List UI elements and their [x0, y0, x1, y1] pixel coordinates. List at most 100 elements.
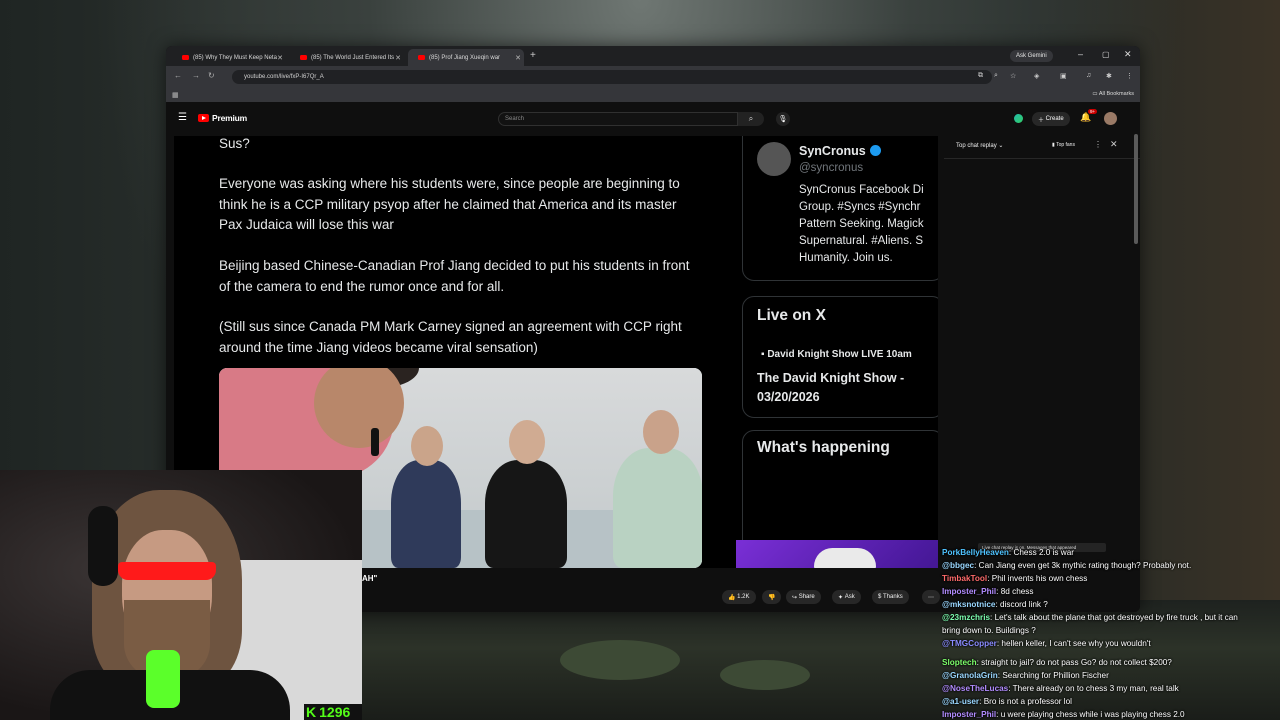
share-button[interactable]: ↪ Share	[786, 590, 821, 604]
create-label: Create	[1045, 116, 1064, 122]
tab-label: (85) Prof Jiang Xueqin war	[429, 54, 501, 61]
window-close-icon[interactable]: ✕	[1124, 49, 1132, 60]
puzzle-icon[interactable]: ✱	[1106, 72, 1112, 80]
sparkle-icon: ✦	[838, 594, 844, 601]
media-icon[interactable]: ♫	[1086, 72, 1091, 79]
chat-username: TimbakTool	[942, 574, 988, 583]
forward-icon[interactable]: →	[192, 71, 200, 80]
address-bar-row: ← → ↻ youtube.com/live/fxP-I67Qr_A ⧉ ⌕ ☆…	[166, 66, 1140, 88]
url-field[interactable]: youtube.com/live/fxP-I67Qr_A	[232, 70, 992, 84]
thanks-label: Thanks	[883, 594, 903, 600]
gemini-icon[interactable]	[1014, 114, 1023, 123]
live-on-x-heading: Live on X	[757, 307, 826, 324]
close-chat-icon[interactable]: ✕	[1110, 139, 1118, 150]
tab-strip: (85) Why They Must Keep Neta ✕ (85) The …	[166, 46, 1140, 66]
tab-label: (85) The World Just Entered Its	[311, 54, 395, 61]
chat-message: TimbakTool: Phil invents his own chess	[942, 574, 1088, 583]
student-3-head	[643, 410, 679, 454]
tab-search-icon[interactable]: ▣	[1060, 72, 1067, 80]
chat-username: Imposter_Phil	[942, 587, 997, 596]
kebab-menu-icon[interactable]: ⋮	[1126, 72, 1133, 80]
chat-text: bring down to. Buildings ?	[942, 626, 1036, 635]
chat-username: @TMGCopper	[942, 639, 997, 648]
hamburger-menu-icon[interactable]: ☰	[178, 112, 187, 123]
reload-icon[interactable]: ↻	[208, 71, 215, 80]
student-2	[485, 460, 567, 568]
chat-message: @23mzchris: Let's talk about the plane t…	[942, 613, 1238, 622]
moss-rock	[560, 640, 680, 680]
profile-card: SynCronus @syncronus SynCronus Facebook …	[742, 136, 938, 281]
ask-gemini-label: Ask Gemini	[1016, 53, 1047, 59]
chat-message: Sloptech: straight to jail? do not pass …	[942, 658, 1172, 667]
dislike-button[interactable]: 👎	[762, 590, 782, 604]
chat-text: u were playing chess while i was playing…	[1000, 710, 1185, 719]
green-microphone	[146, 650, 180, 708]
chat-message-continued: bring down to. Buildings ?	[942, 626, 1036, 636]
stream-chat-overlay: PorkBellyHeaven: Chess 2.0 is war @bbgec…	[942, 544, 1280, 720]
close-icon[interactable]: ✕	[515, 54, 521, 62]
zoom-icon[interactable]: ⌕	[994, 72, 998, 80]
red-glasses	[118, 562, 216, 580]
chat-username: @bbgec	[942, 561, 975, 570]
kick-logo-icon: K	[306, 704, 317, 720]
extension-icon[interactable]: ◈	[1034, 72, 1039, 80]
chat-username: @23mzchris	[942, 613, 991, 622]
chat-message: @a1-user: Bro is not a professor lol	[942, 697, 1072, 706]
more-actions-button[interactable]: ⋯	[922, 590, 940, 604]
bio-line: Humanity. Join us.	[799, 252, 893, 264]
search-input[interactable]: Search	[498, 112, 738, 126]
chat-message: @TMGCopper: hellen keller, I can't see w…	[942, 639, 1151, 648]
like-button[interactable]: 👍 1.2K	[722, 590, 756, 604]
apps-grid-icon[interactable]: ▦	[172, 91, 179, 99]
search-button[interactable]: ⌕	[738, 112, 764, 126]
bio-line: Supernatural. #Aliens. S	[799, 235, 924, 247]
chat-text: hellen keller, I can't see why you would…	[1001, 639, 1151, 648]
avatar[interactable]	[1104, 112, 1117, 125]
chat-message: PorkBellyHeaven: Chess 2.0 is war	[942, 548, 1074, 557]
moss-rock	[720, 660, 810, 690]
verified-badge-icon	[869, 145, 881, 156]
screen-cast-icon[interactable]: ⧉	[978, 72, 983, 80]
student-1	[391, 460, 461, 568]
back-icon[interactable]: ←	[174, 71, 182, 80]
bookmark-star-icon[interactable]: ☆	[1010, 72, 1016, 80]
live-title[interactable]: The David Knight Show - 03/20/2026	[757, 369, 927, 407]
minimize-icon[interactable]: –	[1078, 49, 1083, 59]
thumbs-down-icon: 👎	[768, 594, 776, 601]
streamer-pip-overlay: ● ⧈ ⚙ ▭ ⤢	[736, 540, 938, 568]
ask-gemini-button[interactable]: Ask Gemini	[1010, 50, 1053, 62]
tab-2[interactable]: (85) The World Just Entered Its ✕	[290, 49, 404, 66]
create-button[interactable]: ＋ Create	[1032, 112, 1070, 126]
ask-button[interactable]: ✦ Ask	[832, 590, 861, 604]
chat-mode-dropdown[interactable]: Top chat replay ⌄	[956, 142, 1003, 149]
notification-count-badge: 9+	[1088, 109, 1098, 114]
url-text: youtube.com/live/fxP-I67Qr_A	[244, 74, 324, 80]
close-icon[interactable]: ✕	[395, 54, 401, 62]
scrollbar[interactable]	[1134, 134, 1138, 244]
voice-search-button[interactable]: 🎙	[776, 112, 790, 126]
chat-text: There already on to chess 3 my man, real…	[1012, 684, 1179, 693]
live-source: ▪ David Knight Show LIVE 10am	[761, 349, 912, 360]
bookmarks-bar: ▦ ▭ All Bookmarks	[166, 88, 1140, 102]
live-source-text: David Knight Show LIVE 10am	[767, 349, 912, 360]
kebab-menu-icon[interactable]: ⋮	[1094, 140, 1102, 149]
new-tab-icon[interactable]: +	[530, 50, 536, 61]
youtube-premium-logo[interactable]: Premium	[198, 113, 247, 123]
all-bookmarks-link[interactable]: ▭ All Bookmarks	[1092, 91, 1134, 97]
tab-1[interactable]: (85) Why They Must Keep Neta ✕	[172, 49, 286, 66]
tweet-line: Sus?	[219, 136, 250, 151]
youtube-favicon-icon	[418, 55, 425, 60]
live-chat-panel: Top chat replay ⌄ ▮ Top fans ⋮ ✕	[944, 134, 1140, 612]
thanks-icon: $	[878, 594, 882, 600]
maximize-icon[interactable]: ▢	[1102, 50, 1110, 59]
student-2-head	[509, 420, 545, 464]
headset	[88, 506, 118, 586]
chat-text: 8d chess	[1000, 587, 1034, 596]
thanks-button[interactable]: $ Thanks	[872, 590, 909, 604]
top-fans-button[interactable]: ▮ Top fans	[1052, 142, 1075, 148]
tab-3-active[interactable]: (85) Prof Jiang Xueqin war ✕	[408, 49, 524, 66]
youtube-favicon-icon	[182, 55, 189, 60]
avatar	[757, 142, 791, 176]
profile-name-text: SynCronus	[799, 144, 866, 158]
close-icon[interactable]: ✕	[277, 54, 283, 62]
